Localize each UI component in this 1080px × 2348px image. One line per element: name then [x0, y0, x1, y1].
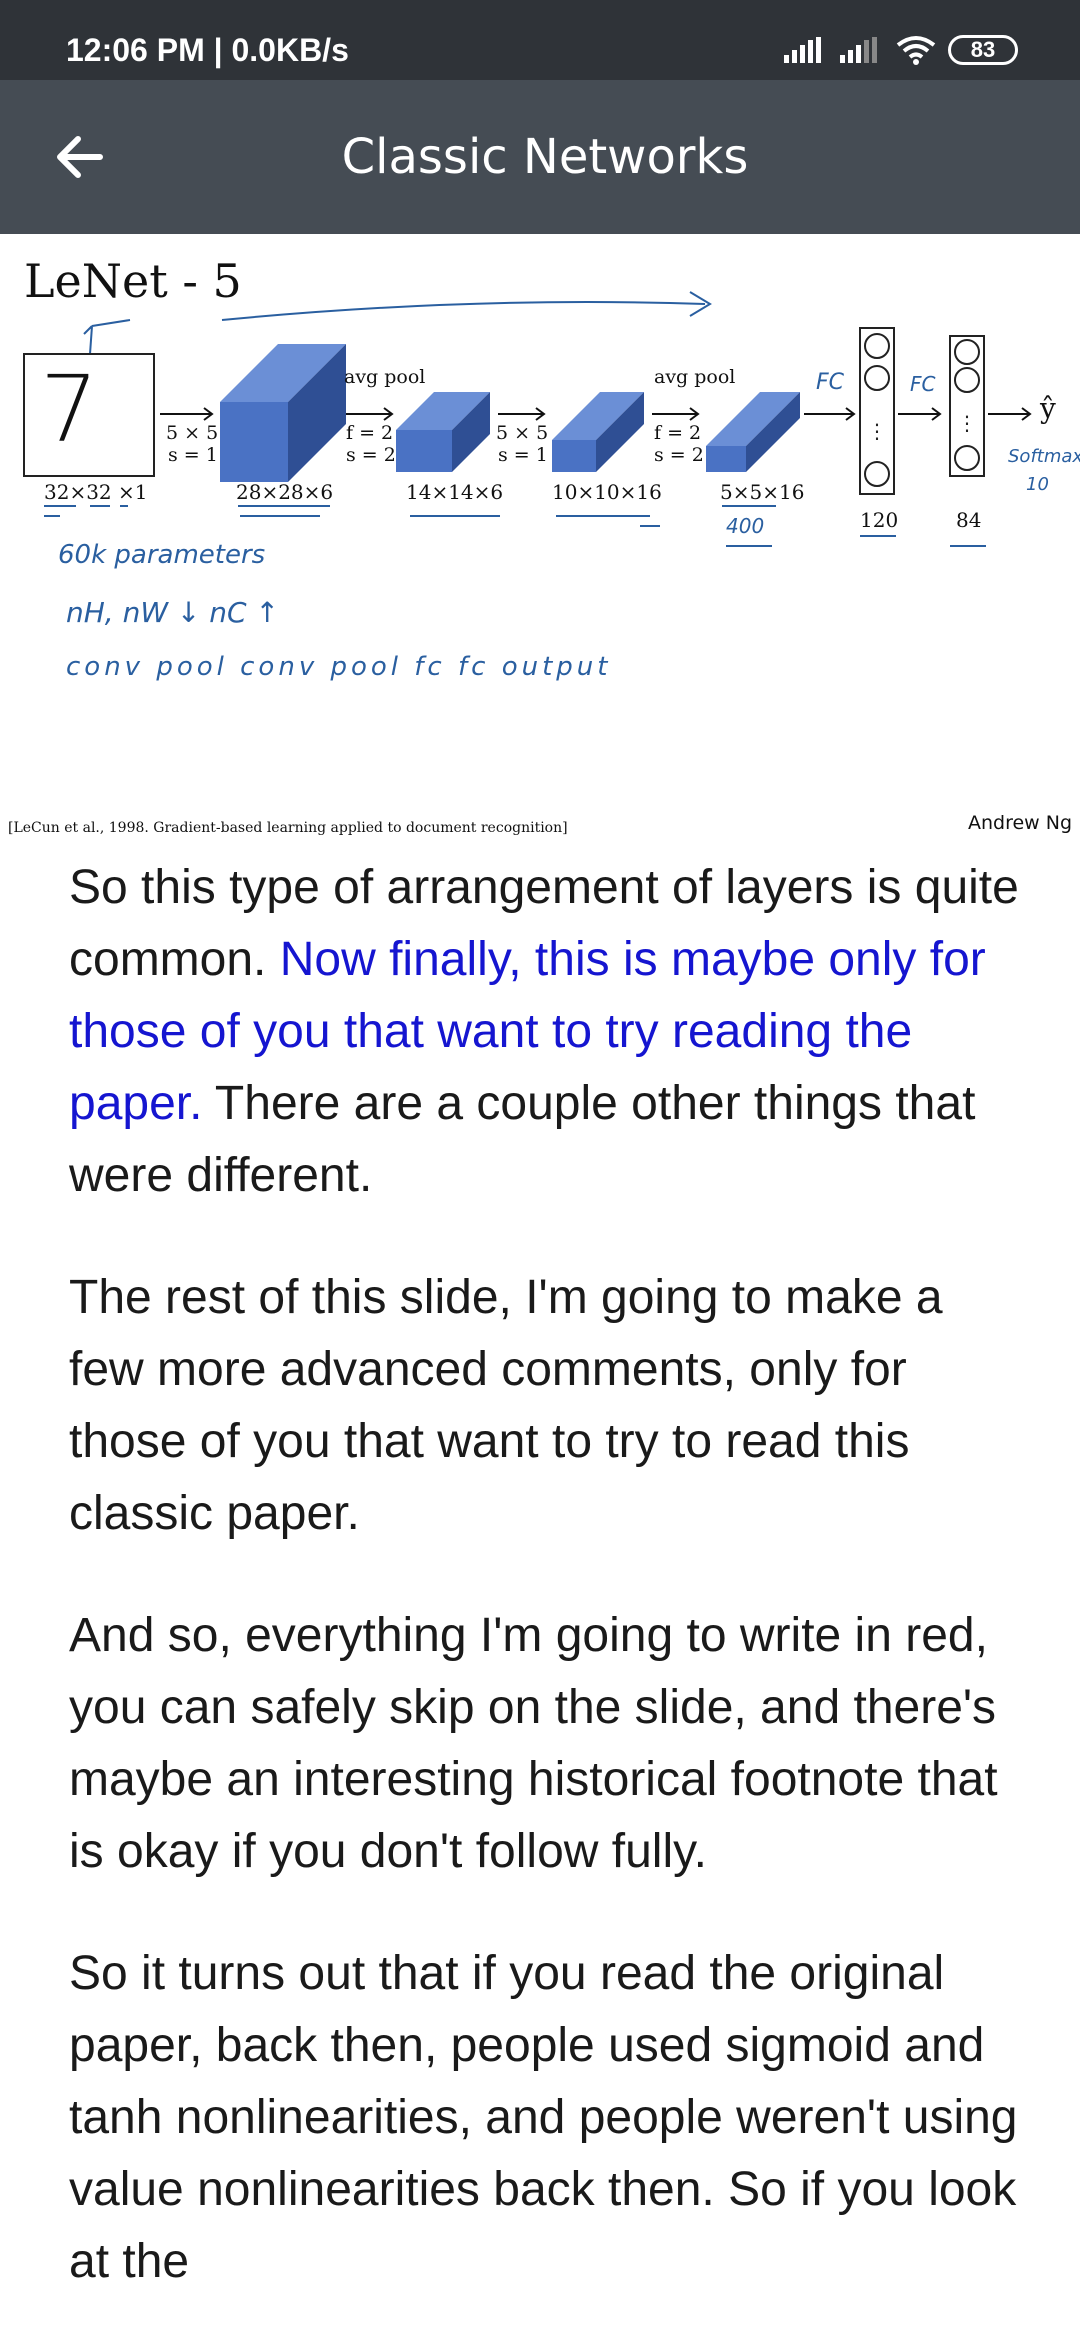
conv1-volume	[220, 344, 346, 482]
handwritten-softmax: Softmax	[1008, 446, 1080, 467]
conv2-volume	[552, 392, 644, 472]
handwritten-dims: nH, nW ↓ nC ↑	[66, 596, 279, 629]
svg-text:⋮: ⋮	[957, 411, 977, 435]
transcript-paragraph[interactable]: And so, everything I'm going to write in…	[69, 1600, 1029, 1888]
lecture-slide: ⋮ ⋮ LeNet - 5 7 5 × 5 s = 1 avg pool f =…	[0, 234, 1080, 844]
svg-text:⋮: ⋮	[867, 419, 887, 443]
handwritten-fc2: FC	[910, 372, 936, 396]
transcript: So this type of arrangement of layers is…	[69, 852, 1029, 2348]
pool1-label: avg pool	[344, 366, 426, 388]
page-title: Classic Networks	[341, 129, 749, 185]
handwritten-params: 60k parameters	[58, 540, 266, 570]
handwritten-400: 400	[726, 514, 765, 538]
status-bar: 12:06 PM | 0.0KB/s 83	[0, 0, 1080, 80]
pool2-f-label: f = 2	[654, 422, 702, 444]
wifi-icon	[896, 36, 936, 65]
status-time-speed: 12:06 PM | 0.0KB/s	[66, 32, 349, 68]
transcript-paragraph: So this type of arrangement of layers is…	[69, 852, 1029, 1212]
pool1-dim-label: 14×14×6	[406, 480, 504, 504]
pool1-f-label: f = 2	[346, 422, 394, 444]
lenet-diagram: ⋮ ⋮	[23, 291, 1032, 547]
fc1-layer: ⋮	[859, 327, 895, 495]
fc1-size-label: 120	[860, 508, 899, 532]
conv2-filter-label: 5 × 5	[496, 422, 549, 444]
transcript-text[interactable]: There are a couple other things that wer…	[69, 1077, 975, 1202]
output-label: ŷ	[1040, 392, 1056, 425]
pool2-label: avg pool	[654, 366, 736, 388]
conv1-stride-label: s = 1	[168, 444, 218, 466]
signal-icon	[784, 37, 821, 63]
input-dim-label: 32×32 ×1	[44, 480, 148, 504]
pool2-s-label: s = 2	[654, 444, 704, 466]
fc2-size-label: 84	[956, 508, 982, 532]
slide-citation: [LeCun et al., 1998. Gradient-based lear…	[8, 820, 568, 836]
handwritten-layers: conv pool conv pool fc fc output	[66, 652, 612, 682]
transcript-paragraph[interactable]: So it turns out that if you read the ori…	[69, 1938, 1029, 2298]
input-digit: 7	[40, 356, 99, 463]
status-icons: 83	[784, 30, 1018, 70]
slide-title: LeNet - 5	[24, 254, 242, 308]
signal-icon-2	[840, 37, 877, 63]
pool1-s-label: s = 2	[346, 444, 396, 466]
fc2-layer: ⋮	[949, 335, 985, 477]
app-bar: Classic Networks	[0, 80, 1080, 234]
conv1-dim-label: 28×28×6	[236, 480, 334, 504]
handwritten-ten: 10	[1026, 474, 1049, 495]
pool1-volume	[396, 392, 490, 472]
conv1-filter-label: 5 × 5	[166, 422, 219, 444]
handwritten-fc1: FC	[816, 370, 845, 395]
transcript-paragraph[interactable]: The rest of this slide, I'm going to mak…	[69, 1262, 1029, 1550]
slide-author: Andrew Ng	[968, 812, 1073, 834]
pool2-volume	[706, 392, 800, 472]
conv2-stride-label: s = 1	[498, 444, 548, 466]
conv2-dim-label: 10×10×16	[552, 480, 662, 504]
pool2-dim-label: 5×5×16	[720, 480, 805, 504]
battery-indicator: 83	[948, 35, 1018, 65]
